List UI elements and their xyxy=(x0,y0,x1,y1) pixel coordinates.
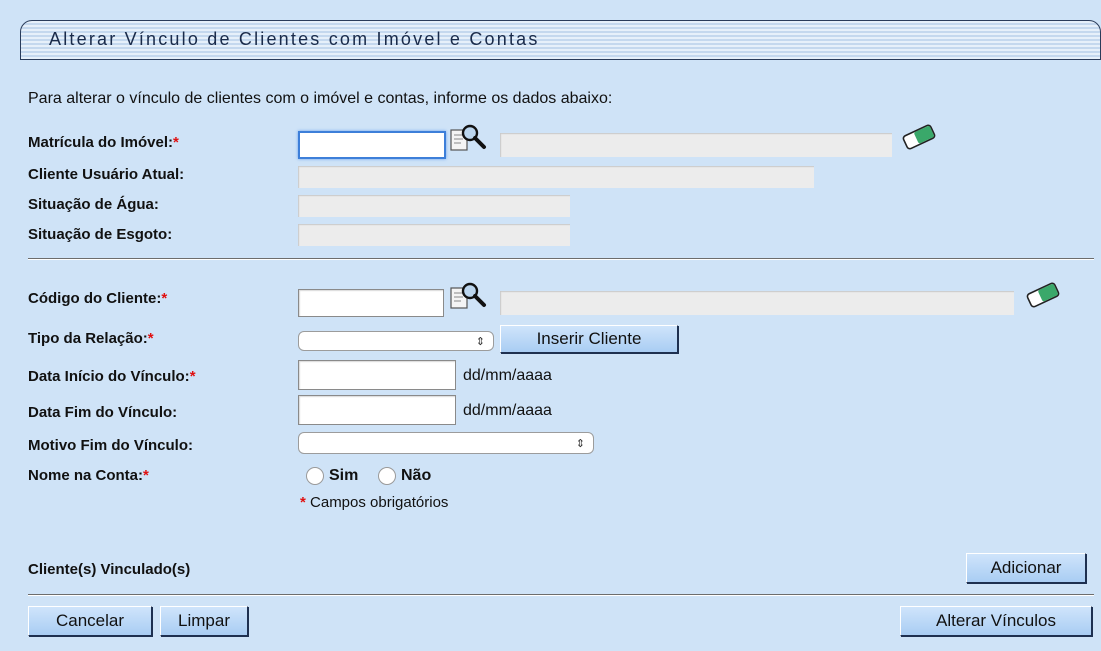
required-mark: * xyxy=(173,134,179,151)
required-note-text: Campos obrigatórios xyxy=(310,494,449,511)
limpar-button[interactable]: Limpar xyxy=(160,606,248,636)
matricula-label-text: Matrícula do Imóvel: xyxy=(28,134,174,151)
data-inicio-format-hint: dd/mm/aaaa xyxy=(463,367,552,384)
tipo-relacao-label: Tipo da Relação:* xyxy=(28,330,154,347)
situacao-agua-field xyxy=(298,195,570,217)
clientes-vinculados-label: Cliente(s) Vinculado(s) xyxy=(28,561,191,578)
alterar-vinculos-button[interactable]: Alterar Vínculos xyxy=(900,606,1092,636)
situacao-agua-label: Situação de Água: xyxy=(28,196,159,213)
search-cliente-icon[interactable] xyxy=(448,280,488,316)
section-divider xyxy=(28,258,1094,260)
required-mark: * xyxy=(161,290,168,307)
tipo-relacao-label-text: Tipo da Relação: xyxy=(28,330,148,347)
data-inicio-label: Data Início do Vínculo:* xyxy=(28,368,196,385)
codigo-cliente-label-text: Código do Cliente: xyxy=(28,290,162,307)
required-mark: * xyxy=(189,368,196,385)
search-matricula-icon[interactable] xyxy=(448,122,488,158)
form-title: Alterar Vínculo de Clientes com Imóvel e… xyxy=(49,29,540,49)
cliente-usuario-field xyxy=(298,166,814,188)
data-fim-label: Data Fim do Vínculo: xyxy=(28,404,178,421)
codigo-cliente-label: Código do Cliente:* xyxy=(28,290,167,307)
nome-conta-nao-radio[interactable] xyxy=(378,467,396,485)
clear-cliente-eraser-icon[interactable] xyxy=(1022,280,1064,310)
data-fim-format-hint: dd/mm/aaaa xyxy=(463,402,552,419)
required-mark: * xyxy=(147,330,154,347)
imovel-description-field xyxy=(500,133,892,157)
inserir-cliente-button[interactable]: Inserir Cliente xyxy=(500,325,678,353)
nome-conta-sim-radio[interactable] xyxy=(306,467,324,485)
required-fields-note: * Campos obrigatórios xyxy=(300,494,448,511)
select-arrows-icon: ⇕ xyxy=(575,437,585,450)
matricula-input[interactable] xyxy=(298,131,446,159)
required-mark: * xyxy=(143,467,149,484)
footer-divider xyxy=(28,594,1094,596)
data-inicio-input[interactable] xyxy=(298,360,456,390)
situacao-esgoto-field xyxy=(298,224,570,246)
nome-conta-label: Nome na Conta:* xyxy=(28,467,149,484)
motivo-fim-select[interactable]: ⇕ xyxy=(298,432,594,454)
nome-conta-sim-label: Sim xyxy=(329,467,359,484)
form-instructions: Para alterar o vínculo de clientes com o… xyxy=(28,90,613,107)
data-inicio-label-text: Data Início do Vínculo: xyxy=(28,368,190,385)
cliente-usuario-label: Cliente Usuário Atual: xyxy=(28,166,185,183)
form-title-bar: Alterar Vínculo de Clientes com Imóvel e… xyxy=(20,20,1101,60)
cliente-description-field xyxy=(500,291,1014,315)
data-fim-input[interactable] xyxy=(298,395,456,425)
clear-matricula-eraser-icon[interactable] xyxy=(898,122,940,152)
situacao-esgoto-label: Situação de Esgoto: xyxy=(28,226,173,243)
required-mark: * xyxy=(300,494,306,511)
nome-conta-label-text: Nome na Conta: xyxy=(28,467,144,484)
matricula-label: Matrícula do Imóvel:* xyxy=(28,134,179,151)
adicionar-button[interactable]: Adicionar xyxy=(966,553,1086,583)
cancelar-button[interactable]: Cancelar xyxy=(28,606,152,636)
tipo-relacao-select[interactable]: ⇕ xyxy=(298,331,494,351)
nome-conta-nao-label: Não xyxy=(401,467,432,484)
motivo-fim-label: Motivo Fim do Vínculo: xyxy=(28,437,193,454)
select-arrows-icon: ⇕ xyxy=(475,335,485,348)
codigo-cliente-input[interactable] xyxy=(298,289,444,317)
